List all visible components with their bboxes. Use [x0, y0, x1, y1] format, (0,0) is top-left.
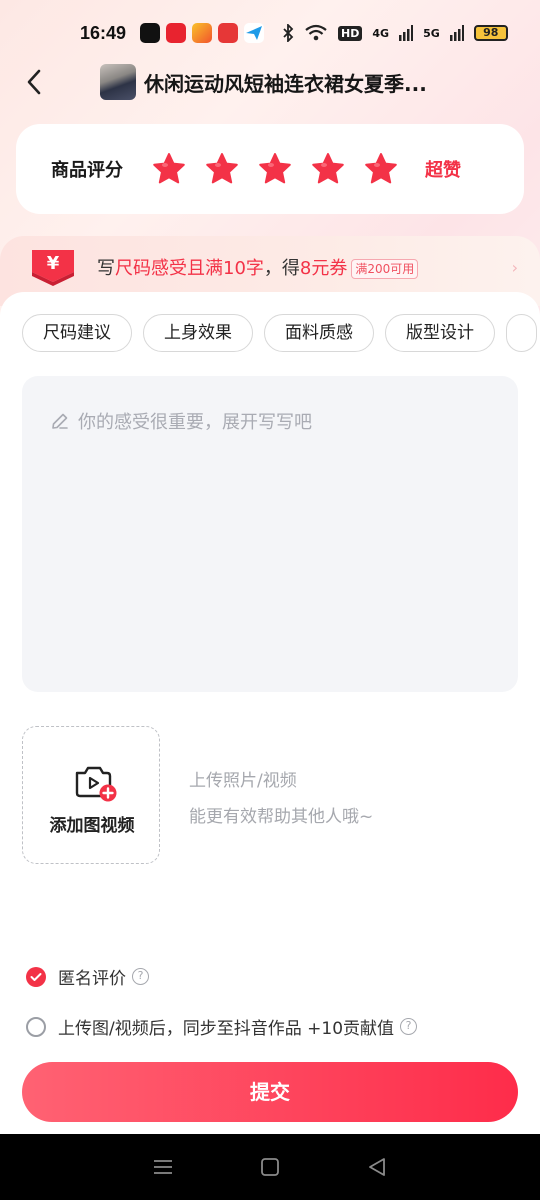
hd-badge: HD	[338, 25, 363, 41]
camera-plus-icon	[75, 766, 117, 802]
shop-app-icon	[218, 23, 239, 43]
rating-card: 商品评分 超赞	[16, 124, 524, 214]
network-4g-label: 4G	[372, 26, 390, 40]
add-media-button[interactable]: 添加图视频	[22, 726, 160, 864]
battery-indicator: 98	[473, 25, 508, 41]
product-title: 休闲运动风短袖连衣裙女夏季...	[144, 71, 427, 96]
douyin-app-icon	[140, 23, 161, 43]
chip-more[interactable]	[506, 314, 538, 352]
review-textarea[interactable]: 你的感受很重要，展开写写吧	[22, 376, 518, 692]
coupon-highlight-2: 8元券	[299, 258, 348, 279]
rating-label: 商品评分	[51, 160, 123, 181]
product-thumbnail[interactable]	[100, 64, 136, 100]
status-time: 16:49	[80, 22, 127, 43]
chip-fabric-quality[interactable]: 面料质感	[264, 314, 374, 352]
status-bar: 16:49 HD 4G 5G 98	[0, 0, 540, 66]
help-icon[interactable]: ?	[132, 968, 149, 985]
home-nav-button[interactable]	[250, 1147, 290, 1187]
coupon-tag: 满200可用	[351, 259, 419, 279]
checkbox-unchecked-icon[interactable]	[26, 1016, 46, 1037]
back-triangle-icon	[368, 1158, 385, 1176]
svg-text:¥: ¥	[47, 253, 60, 274]
coupon-highlight-1: 尺码感受且满10字	[115, 258, 264, 279]
add-media-label: 添加图视频	[49, 816, 135, 836]
system-indicators: HD 4G 5G 98	[282, 24, 508, 42]
anonymous-option[interactable]: 匿名评价 ?	[26, 964, 149, 989]
coupon-text: 写尺码感受且满10字，得8元券 满200可用	[97, 254, 419, 280]
paper-plane-app-icon	[244, 23, 265, 43]
red-app-icon	[166, 23, 187, 43]
star-rating[interactable]	[151, 151, 399, 187]
help-icon-2[interactable]: ?	[400, 1018, 418, 1035]
pencil-icon	[52, 413, 68, 429]
sync-option[interactable]: 上传图/视频后，同步至抖音作品 +10贡献值 ?	[26, 1014, 418, 1039]
star-icon-3[interactable]	[257, 151, 293, 187]
star-icon-2[interactable]	[204, 151, 240, 187]
chip-size-advice[interactable]: 尺码建议	[22, 314, 132, 352]
signal-icon-2	[449, 25, 464, 41]
rating-result: 超赞	[425, 160, 461, 181]
anonymous-label: 匿名评价	[58, 969, 126, 989]
video-app-icon	[192, 23, 213, 43]
star-icon-4[interactable]	[310, 151, 346, 187]
wifi-icon	[305, 24, 327, 41]
chevron-left-icon	[27, 69, 41, 95]
star-icon-1[interactable]	[151, 151, 187, 187]
back-nav-button[interactable]	[357, 1147, 397, 1187]
yuan-coupon-icon: ¥	[32, 250, 74, 286]
back-button[interactable]	[20, 60, 48, 104]
star-icon-5[interactable]	[363, 151, 399, 187]
chevron-right-icon: ›	[511, 258, 518, 277]
upload-hint-2: 能更有效帮助其他人哦~	[189, 807, 374, 827]
submit-button[interactable]: 提交	[22, 1062, 518, 1122]
placeholder-text: 你的感受很重要，展开写写吧	[78, 412, 312, 433]
textarea-placeholder: 你的感受很重要，展开写写吧	[50, 408, 312, 434]
home-square-icon	[261, 1158, 279, 1176]
sync-label: 上传图/视频后，同步至抖音作品 +10贡献值	[58, 1019, 395, 1039]
chip-fit-effect[interactable]: 上身效果	[143, 314, 253, 352]
menu-nav-button[interactable]	[143, 1147, 183, 1187]
review-form: 尺码建议 上身效果 面料质感 版型设计 你的感受很重要，展开写写吧 添加图视频 …	[0, 292, 540, 1134]
system-nav-bar	[0, 1134, 540, 1200]
coupon-middle: ，得	[263, 258, 300, 279]
tag-chips: 尺码建议 上身效果 面料质感 版型设计	[22, 314, 540, 352]
chip-style-design[interactable]: 版型设计	[385, 314, 495, 352]
notification-icons	[140, 23, 265, 43]
menu-icon	[154, 1160, 173, 1174]
checkbox-checked-icon[interactable]	[26, 966, 46, 987]
coupon-prefix: 写	[97, 258, 115, 279]
page-header: 休闲运动风短袖连衣裙女夏季...	[0, 60, 540, 104]
network-5g-label: 5G	[423, 26, 440, 40]
bluetooth-icon	[283, 24, 294, 42]
signal-icon	[399, 25, 414, 41]
upload-hint-1: 上传照片/视频	[189, 771, 297, 791]
